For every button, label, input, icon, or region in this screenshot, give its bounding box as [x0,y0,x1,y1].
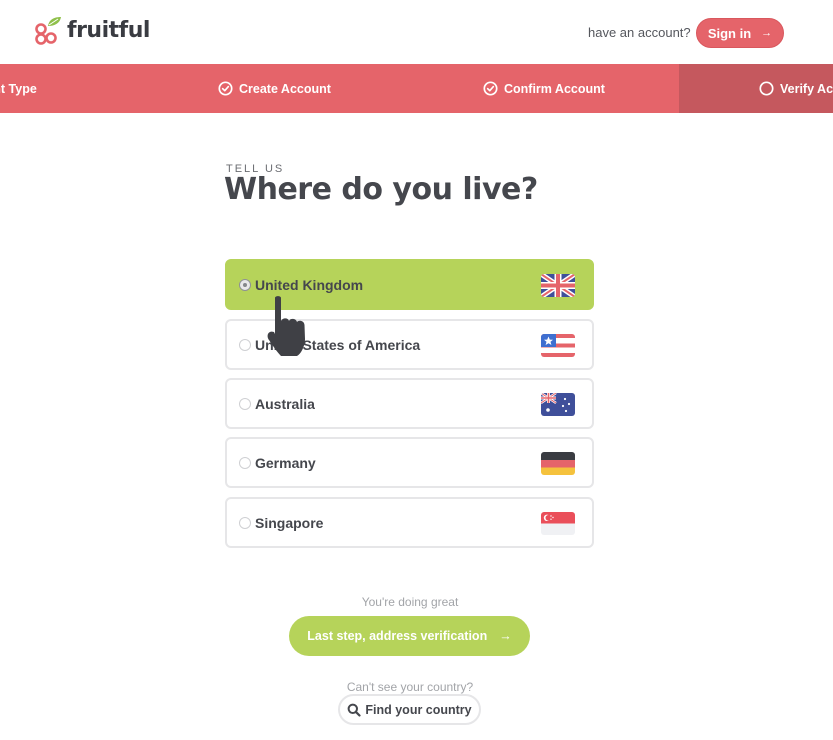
sign-in-label: Sign in [707,25,752,41]
australia-flag-icon [541,393,575,416]
header: fruitful have an account? Sign in → [0,0,833,64]
account-prompt: have an account? [588,25,691,40]
country-option-united-kingdom[interactable]: United Kingdom [225,259,594,310]
step-verify-address: Verify Ac [759,64,833,113]
search-icon [347,703,361,717]
germany-flag-icon [541,452,575,475]
country-label: United States of America [255,336,421,353]
step-label: ount Type [0,81,37,96]
country-option-singapore[interactable]: Singapore [225,497,594,548]
next-step-label: Last step, address verification [307,629,488,643]
step-create-account: Create Account [218,64,331,113]
radio-button[interactable] [239,338,251,351]
step-label: Verify Ac [780,81,833,96]
singapore-flag-icon [541,512,575,535]
find-country-button[interactable]: Find your country [338,694,481,725]
radio-button[interactable] [239,516,251,529]
page-title: Where do you live? [224,172,538,207]
sign-in-button[interactable]: Sign in → [696,18,784,48]
step-account-type: ount Type [0,64,37,113]
step-label: Create Account [239,81,331,96]
check-circle-icon [483,81,498,96]
country-option-australia[interactable]: Australia [225,378,594,429]
check-circle-icon [218,81,233,96]
step-confirm-account: Confirm Account [483,64,605,113]
radio-button[interactable] [239,278,251,291]
radio-button[interactable] [239,456,251,469]
country-label: Singapore [255,514,324,531]
find-country-label: Find your country [365,702,472,717]
step-label: Confirm Account [504,81,605,96]
brand-name: fruitful [67,17,150,43]
logo[interactable]: fruitful [34,16,150,46]
arrow-right-icon: → [499,629,512,643]
uk-flag-icon [541,274,575,297]
cherry-logo-icon [35,17,61,45]
country-label: Germany [255,454,316,471]
arrow-right-icon: → [761,27,773,39]
us-flag-icon [541,334,575,357]
country-label: United Kingdom [255,276,364,293]
empty-circle-icon [759,81,774,96]
country-label: Australia [255,395,315,412]
next-step-button[interactable]: Last step, address verification → [289,616,530,656]
country-option-united-states[interactable]: United States of America [225,319,594,370]
progress-steps: ount Type Create Account Confirm Account… [0,64,833,113]
country-option-germany[interactable]: Germany [225,437,594,488]
radio-button[interactable] [239,397,251,410]
encouragement-text: You're doing great [361,595,459,609]
cant-see-country-text: Can't see your country? [346,680,474,694]
